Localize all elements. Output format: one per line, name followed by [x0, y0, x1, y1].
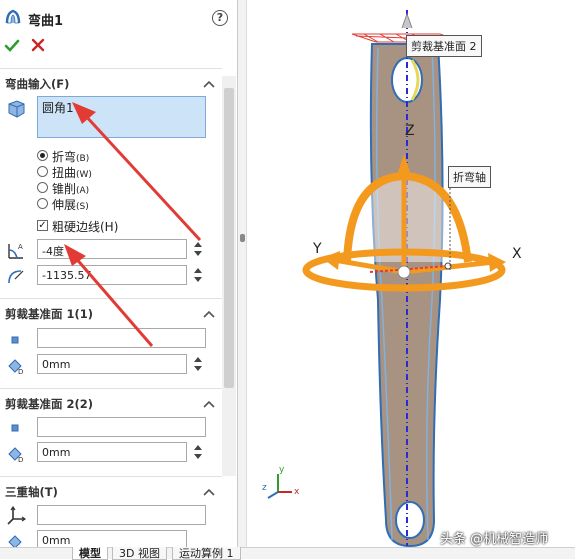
point-icon [11, 336, 19, 344]
distance-spinner-icon[interactable] [193, 442, 203, 462]
trim-plane-1-selection[interactable] [37, 328, 206, 348]
bend-radius-input[interactable]: -1135.57 [37, 265, 187, 285]
bend-axis-tag[interactable]: 折弯轴 [448, 166, 491, 188]
bend-angle-input[interactable]: -4度 [37, 239, 187, 259]
splitter-grip-icon[interactable] [240, 234, 245, 242]
rigid-edges-checkbox[interactable]: ✓ 粗硬边线(H) [37, 218, 237, 234]
collapse-caret-icon[interactable] [203, 400, 215, 408]
angle-spinner-icon[interactable] [193, 239, 203, 259]
bottom-tab-bar: 模型 3D 视图 运动算例 1 [0, 547, 575, 560]
point-icon [11, 424, 19, 432]
tab-motion-study[interactable]: 运动算例 1 [172, 547, 241, 560]
section-divider [0, 68, 222, 69]
plane-arrow-icon[interactable] [401, 12, 413, 29]
distance-spinner-icon[interactable] [193, 354, 203, 374]
bodies-icon [8, 100, 25, 118]
bend-input-section-title[interactable]: 弯曲输入(F) [5, 76, 69, 92]
bend-angle-icon: A [8, 243, 23, 259]
section-divider [0, 298, 222, 299]
section-divider [0, 388, 222, 389]
trim-plane-1-section-title[interactable]: 剪裁基准面 1(1) [5, 306, 93, 322]
trim-plane-2-section-title[interactable]: 剪裁基准面 2(2) [5, 396, 93, 412]
svg-text:A: A [18, 243, 23, 251]
bodies-selection-box[interactable]: 圆角1 [37, 96, 206, 138]
view-triad-z [267, 491, 279, 499]
watermark-text: 头条 @机械智造师 [440, 532, 549, 547]
radius-spinner-icon[interactable] [193, 265, 203, 285]
radio-bend-dot[interactable] [37, 150, 48, 161]
radio-twist-dot[interactable] [37, 166, 48, 177]
axis-z-label: Z [405, 123, 415, 139]
triad-icon [7, 505, 27, 525]
selected-body-label: 圆角1 [42, 101, 74, 115]
offset-distance-icon [8, 535, 22, 547]
trim-plane-2-distance-input[interactable]: 0mm [37, 442, 187, 462]
radio-taper-dot[interactable] [37, 182, 48, 193]
tab-model[interactable]: 模型 [72, 547, 108, 560]
trim-plane-1-distance-input[interactable]: 0mm [37, 354, 187, 374]
panel-splitter[interactable] [238, 0, 247, 547]
svg-text:D: D [18, 456, 23, 464]
panel-scrollbar[interactable] [222, 76, 236, 476]
trim-plane-2-selection[interactable] [37, 417, 206, 437]
triad-selection[interactable] [37, 505, 206, 525]
model-canvas[interactable]: Z X Y y z x [248, 0, 575, 547]
svg-text:y: y [279, 465, 285, 475]
svg-text:x: x [294, 487, 300, 497]
axis-x-label: X [512, 246, 522, 262]
bend-radius-icon [8, 270, 24, 284]
collapse-caret-icon[interactable] [203, 80, 215, 88]
triad-section-title[interactable]: 三重轴(T) [5, 484, 58, 500]
checkbox-check-icon[interactable]: ✓ [37, 220, 48, 231]
lower-hole[interactable] [395, 501, 425, 539]
flex-feature-icon [5, 9, 21, 24]
trim-plane-2-tag[interactable]: 剪裁基准面 2 [406, 35, 482, 57]
offset-distance-icon: D [8, 359, 23, 376]
collapse-caret-icon[interactable] [203, 310, 215, 318]
feature-header: 弯曲1 ? 确定 取消 [0, 0, 237, 62]
rigid-edges-label: 粗硬边线(H) [52, 220, 119, 234]
radio-stretch-dot[interactable] [37, 198, 48, 209]
axis-y-label: Y [312, 241, 322, 257]
triad-distance-input[interactable]: 0mm [37, 530, 187, 547]
svg-text:z: z [262, 483, 267, 493]
collapse-caret-icon[interactable] [203, 488, 215, 496]
graphics-viewport[interactable]: Z X Y y z x 剪裁基准面 2 折弯轴 [248, 0, 575, 547]
offset-distance-icon: D [8, 447, 23, 464]
ok-button[interactable]: 确定 [4, 38, 20, 54]
triad-origin[interactable] [397, 265, 411, 279]
section-divider [0, 476, 222, 477]
cancel-button[interactable]: 取消 [31, 38, 45, 52]
property-manager: 弯曲1 ? 确定 取消 弯曲输入(F) 圆角1 折弯(B) 扭曲(W) 锥削(A… [0, 0, 238, 547]
svg-text:D: D [18, 368, 23, 376]
help-icon[interactable]: ? [212, 10, 228, 26]
feature-title: 弯曲1 [28, 14, 64, 29]
tab-3d-view[interactable]: 3D 视图 [112, 547, 167, 560]
scrollbar-thumb[interactable] [224, 88, 234, 388]
